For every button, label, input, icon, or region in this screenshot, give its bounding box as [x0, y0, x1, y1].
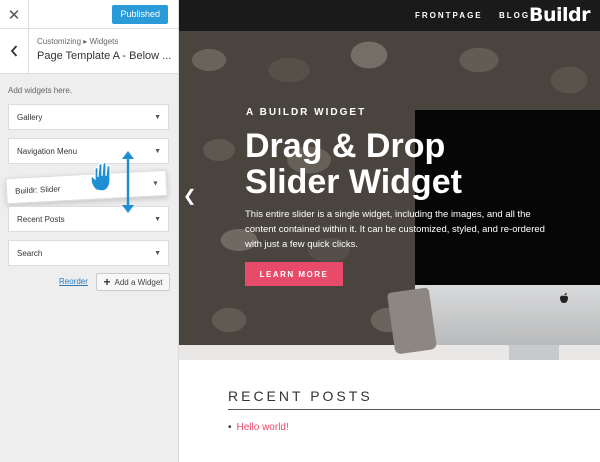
nav-item-blog[interactable]: BLOG	[499, 11, 530, 20]
recent-posts-list: Hello world!	[228, 422, 289, 433]
publish-button[interactable]: Published	[112, 5, 168, 24]
widget-label: Search	[17, 249, 43, 258]
site-top-nav: FRONTPAGE BLOG Buildr	[179, 0, 600, 31]
plus-icon: +	[103, 275, 111, 289]
slider-prev-icon[interactable]: ❮	[183, 186, 196, 206]
hero-eyebrow: A BUILDR WIDGET	[246, 107, 367, 118]
breadcrumb: Customizing ▸ Widgets	[37, 37, 119, 46]
monitor-chin-image	[415, 285, 600, 345]
reorder-link[interactable]: Reorder	[59, 277, 88, 286]
hero-slider: ❮ A BUILDR WIDGET Drag & Drop Slider Wid…	[179, 0, 600, 360]
close-icon: ✕	[7, 6, 21, 24]
widget-search[interactable]: Search ▼	[8, 240, 169, 266]
cup-image	[386, 287, 438, 355]
section-header: Customizing ▸ Widgets Page Template A - …	[0, 29, 178, 74]
recent-posts-divider	[228, 409, 600, 410]
caret-down-icon[interactable]: ▼	[154, 216, 161, 223]
caret-down-icon[interactable]: ▼	[152, 180, 159, 187]
drag-hand-icon	[90, 161, 111, 192]
add-widget-label: Add a Widget	[114, 277, 163, 287]
caret-down-icon[interactable]: ▼	[154, 148, 161, 155]
caret-down-icon[interactable]: ▼	[154, 114, 161, 121]
add-widget-button[interactable]: + Add a Widget	[96, 273, 170, 291]
site-preview: ❮ A BUILDR WIDGET Drag & Drop Slider Wid…	[179, 0, 600, 462]
apple-logo-icon	[560, 293, 568, 303]
customizer-sidebar: ✕ Published Customizing ▸ Widgets Page T…	[0, 0, 179, 462]
recent-post-link[interactable]: Hello world!	[228, 422, 289, 433]
hero-body: This entire slider is a single widget, i…	[245, 209, 545, 250]
chevron-left-icon	[10, 45, 18, 57]
back-button[interactable]	[0, 29, 29, 73]
widget-label: Buildr: Slider	[14, 184, 61, 196]
hero-title: Drag & Drop Slider Widget	[245, 127, 462, 201]
widget-label: Navigation Menu	[17, 147, 78, 156]
widgets-hint: Add widgets here.	[8, 86, 73, 95]
monitor-stand-image	[509, 345, 559, 360]
close-button[interactable]: ✕	[0, 0, 29, 29]
widget-gallery[interactable]: Gallery ▼	[8, 104, 169, 130]
caret-down-icon[interactable]: ▼	[154, 250, 161, 257]
site-logo[interactable]: Buildr	[529, 4, 591, 26]
widget-label: Recent Posts	[17, 215, 65, 224]
learn-more-button[interactable]: LEARN MORE	[245, 262, 343, 286]
recent-posts-title: RECENT POSTS	[228, 388, 373, 404]
drag-vertical-arrow-icon	[122, 151, 134, 213]
widget-recent-posts[interactable]: Recent Posts ▼	[8, 206, 169, 232]
customizer-topbar: ✕ Published	[0, 0, 178, 29]
widget-label: Gallery	[17, 113, 43, 122]
section-title: Page Template A - Below ...	[37, 50, 172, 62]
nav-item-frontpage[interactable]: FRONTPAGE	[415, 11, 483, 20]
